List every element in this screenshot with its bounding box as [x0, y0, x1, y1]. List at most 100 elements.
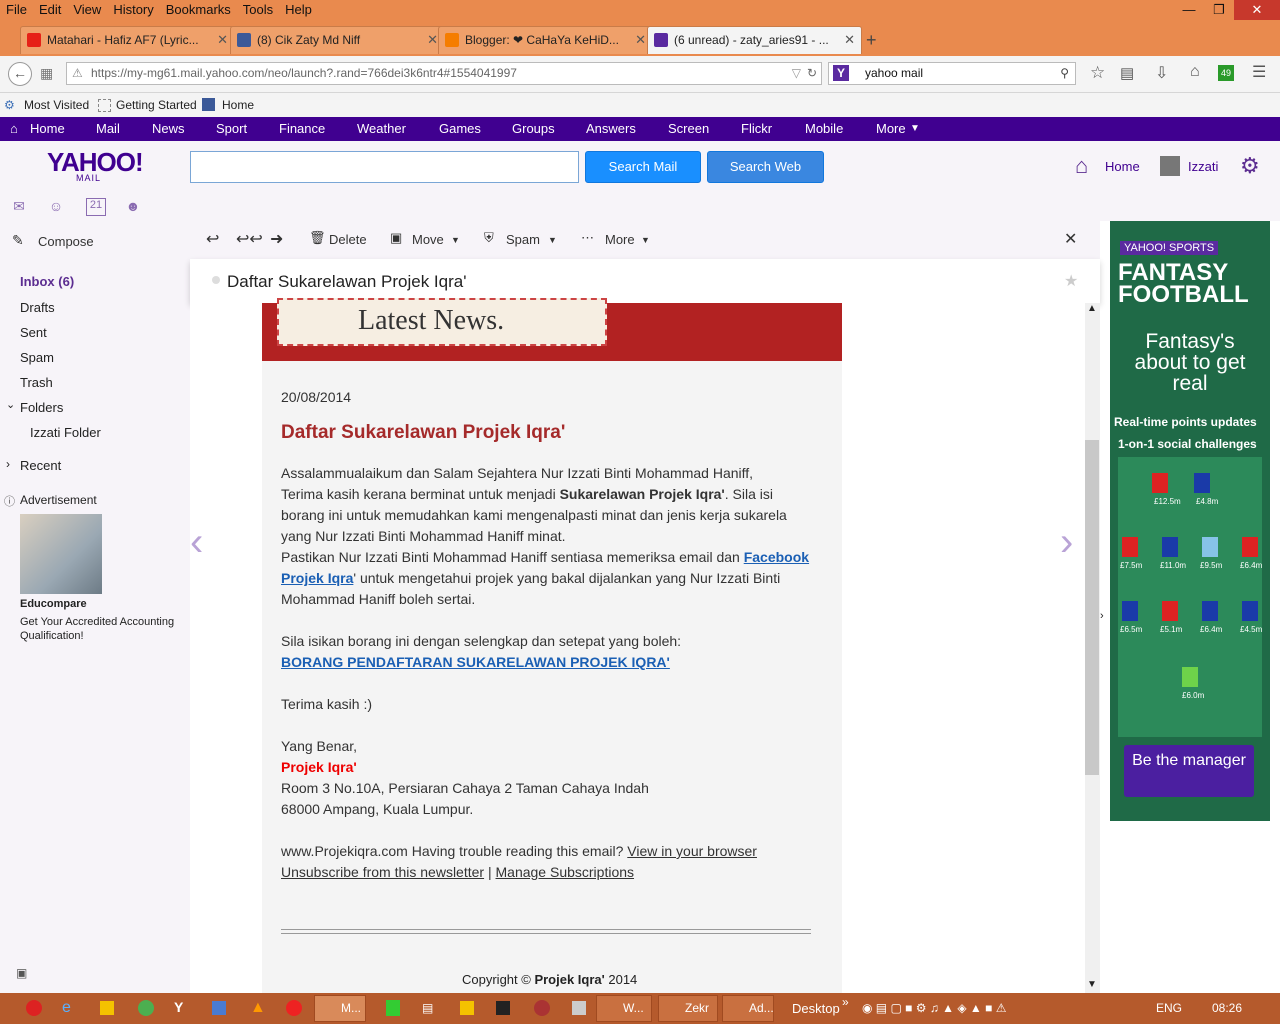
scrollbar-thumb[interactable]: [1085, 440, 1099, 775]
nav-weather[interactable]: Weather: [357, 121, 406, 136]
addon-badge[interactable]: 49: [1218, 65, 1234, 81]
mail-icon[interactable]: ✉: [10, 198, 28, 214]
tab-yahoo-mail[interactable]: (6 unread) - zaty_aries91 - ... ✕: [647, 26, 862, 54]
chevron-down-icon[interactable]: ⌄: [6, 398, 15, 411]
yahoo-search-icon[interactable]: Y: [833, 65, 849, 81]
nav-games[interactable]: Games: [439, 121, 481, 136]
download-icon[interactable]: ⇩: [1155, 63, 1168, 83]
nav-news[interactable]: News: [152, 121, 185, 136]
menu-history[interactable]: History: [107, 0, 159, 17]
manage-subscriptions-link[interactable]: Manage Subscriptions: [496, 864, 635, 880]
restore-icon[interactable]: ❐: [1204, 0, 1234, 20]
nav-screen[interactable]: Screen: [668, 121, 709, 136]
nav-groups[interactable]: Groups: [512, 121, 555, 136]
folder-icon[interactable]: [460, 1001, 474, 1015]
fantasy-football-ad[interactable]: YAHOO! SPORTS FANTASY FOOTBALL Fantasy's…: [1110, 221, 1270, 821]
ad-image[interactable]: [20, 514, 102, 594]
mail-search-input[interactable]: [190, 151, 579, 183]
folder-trash[interactable]: Trash: [20, 375, 53, 390]
window-close-icon[interactable]: ✕: [1234, 0, 1280, 20]
reply-icon[interactable]: ↩: [206, 229, 219, 249]
folder-sent[interactable]: Sent: [20, 325, 47, 340]
tab-close-icon[interactable]: ✕: [427, 27, 438, 53]
chrome-icon[interactable]: [138, 1000, 154, 1016]
star-icon[interactable]: ☆: [1090, 63, 1105, 83]
app-icon[interactable]: [534, 1000, 550, 1016]
search-mail-button[interactable]: Search Mail: [585, 151, 701, 183]
scroll-down-icon[interactable]: ▼: [1087, 979, 1097, 990]
nav-answers[interactable]: Answers: [586, 121, 636, 136]
projek-iqra-link[interactable]: Projek Iqra: [281, 570, 353, 586]
tab-close-icon[interactable]: ✕: [635, 27, 646, 53]
chevron-right-icon[interactable]: ›: [6, 457, 10, 471]
previous-message-icon[interactable]: ‹: [190, 520, 203, 565]
tab-youtube[interactable]: Matahari - Hafiz AF7 (Lyric... ✕: [20, 26, 235, 54]
folder-icon[interactable]: [100, 1001, 114, 1015]
back-icon[interactable]: ←: [8, 62, 32, 86]
close-icon[interactable]: ✕: [1064, 229, 1077, 249]
folder-spam[interactable]: Spam: [20, 350, 54, 365]
vlc-icon[interactable]: ▲: [250, 999, 266, 1017]
book-icon[interactable]: ▤: [422, 1001, 433, 1015]
tab-close-icon[interactable]: ✕: [844, 27, 855, 53]
bookmark-most-visited[interactable]: Most Visited: [24, 98, 89, 112]
star-icon[interactable]: ★: [1064, 271, 1078, 291]
taskbar-word[interactable]: W...: [596, 995, 652, 1022]
terminal-icon[interactable]: [496, 1001, 510, 1015]
collapse-ad-icon[interactable]: ›: [1100, 610, 1104, 622]
folder-folders[interactable]: Folders: [20, 400, 63, 415]
nav-finance[interactable]: Finance: [279, 121, 325, 136]
nav-mobile[interactable]: Mobile: [805, 121, 843, 136]
home-icon[interactable]: ⌂: [1190, 63, 1200, 81]
contacts-icon[interactable]: ☺: [47, 198, 65, 214]
next-message-icon[interactable]: ›: [1060, 520, 1073, 565]
new-tab-icon[interactable]: +: [866, 30, 877, 51]
menu-tools[interactable]: Tools: [237, 0, 279, 17]
gear-icon[interactable]: ⚙: [1240, 153, 1260, 179]
menu-file[interactable]: File: [0, 0, 33, 17]
nav-flickr[interactable]: Flickr: [741, 121, 772, 136]
delete-button[interactable]: Delete: [329, 232, 367, 247]
app-icon[interactable]: [386, 1000, 400, 1016]
folder-inbox[interactable]: Inbox (6): [20, 274, 74, 289]
app-icon[interactable]: [286, 1000, 302, 1016]
folder-izzati[interactable]: Izzati Folder: [30, 425, 101, 440]
menu-view[interactable]: View: [67, 0, 107, 17]
user-name[interactable]: Izzati: [1188, 159, 1218, 174]
power-icon[interactable]: [26, 1000, 42, 1016]
calendar-icon[interactable]: 21: [86, 198, 106, 216]
reply-all-icon[interactable]: ↩↩: [236, 229, 263, 249]
url-bar[interactable]: ⚠ https://my-mg61.mail.yahoo.com/neo/lau…: [66, 62, 822, 85]
tab-facebook[interactable]: (8) Cik Zaty Md Niff ✕: [230, 26, 445, 54]
search-web-button[interactable]: Search Web: [707, 151, 824, 183]
app-icon[interactable]: [212, 1001, 226, 1015]
tab-close-icon[interactable]: ✕: [217, 27, 228, 53]
spam-button[interactable]: Spam: [506, 232, 540, 247]
taskbar-firefox[interactable]: M...: [314, 995, 366, 1022]
nav-more[interactable]: More: [876, 121, 906, 136]
form-link[interactable]: BORANG PENDAFTARAN SUKARELAWAN PROJEK IQ…: [281, 654, 670, 670]
avatar[interactable]: [1160, 156, 1180, 176]
nav-home[interactable]: Home: [30, 121, 65, 136]
yahoo-icon[interactable]: Y: [174, 999, 183, 1015]
language-indicator[interactable]: ENG: [1156, 1001, 1182, 1015]
folder-recent[interactable]: Recent: [20, 458, 61, 473]
more-button[interactable]: More: [605, 232, 635, 247]
messenger-icon[interactable]: ☻: [124, 198, 142, 214]
image-icon[interactable]: ▣: [16, 966, 27, 980]
nav-mail[interactable]: Mail: [96, 121, 120, 136]
reload-icon[interactable]: ↻: [807, 63, 817, 84]
forward-icon[interactable]: ➜: [270, 229, 283, 249]
browser-search-input[interactable]: Y yahoo mail ⚲: [828, 62, 1076, 85]
folder-drafts[interactable]: Drafts: [20, 300, 55, 315]
minimize-icon[interactable]: —: [1174, 0, 1204, 20]
move-button[interactable]: Move: [412, 232, 444, 247]
chevron-right-icon[interactable]: »: [842, 995, 849, 1009]
unsubscribe-link[interactable]: Unsubscribe from this newsletter: [281, 864, 484, 880]
bookmark-home[interactable]: Home: [222, 98, 254, 112]
view-in-browser-link[interactable]: View in your browser: [627, 843, 757, 859]
page-grid-icon[interactable]: ▦: [40, 65, 53, 82]
compose-button[interactable]: Compose: [38, 234, 94, 249]
home-icon[interactable]: ⌂: [1075, 153, 1088, 179]
menu-edit[interactable]: Edit: [33, 0, 67, 17]
